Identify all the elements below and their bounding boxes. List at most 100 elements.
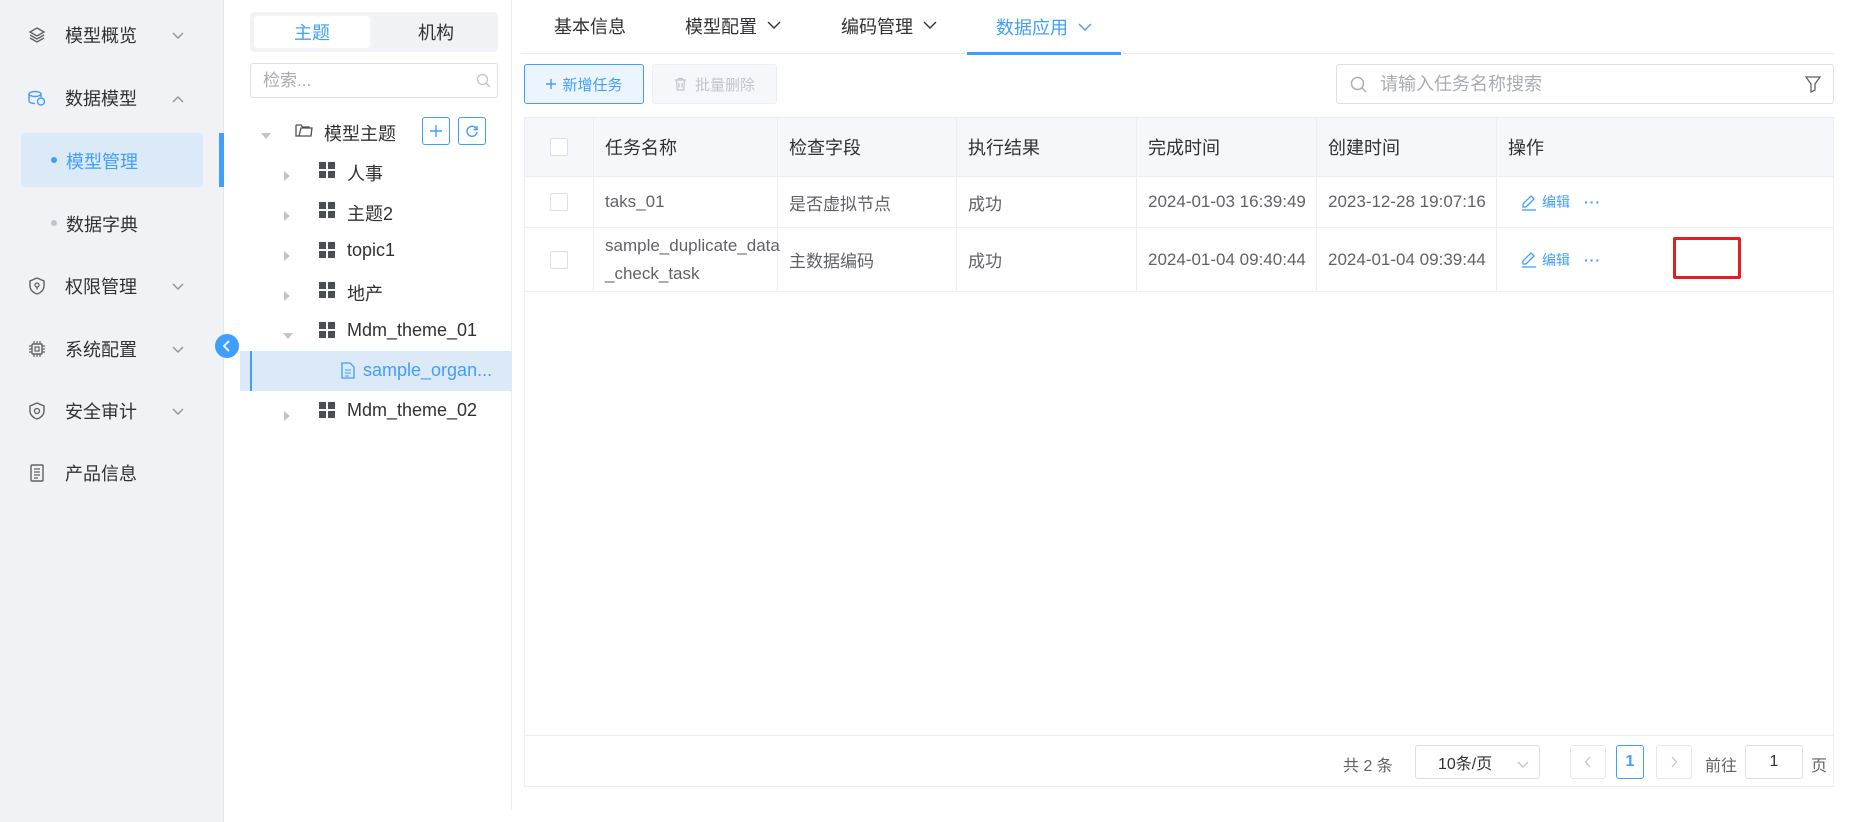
tab-basic-info[interactable]: 基本信息 bbox=[554, 0, 626, 54]
caret-right-icon[interactable] bbox=[284, 286, 292, 306]
batch-delete-button[interactable]: 批量删除 bbox=[652, 64, 777, 104]
page-suffix: 页 bbox=[1811, 758, 1828, 775]
grid-icon bbox=[319, 202, 335, 218]
add-node-button[interactable] bbox=[422, 117, 450, 145]
row-select-cell bbox=[525, 177, 594, 227]
tab-code-management[interactable]: 编码管理 bbox=[841, 0, 937, 54]
page-size-select[interactable]: 10条/页 bbox=[1415, 745, 1540, 779]
table-row[interactable]: taks_01 是否虚拟节点 成功 2024-01-03 16:39:49 20… bbox=[525, 177, 1833, 228]
file-icon bbox=[341, 362, 355, 384]
refresh-icon bbox=[466, 125, 478, 137]
tree-node[interactable]: Mdm_theme_02 bbox=[240, 391, 512, 431]
edit-link[interactable]: 编辑 bbox=[1521, 192, 1570, 212]
plus-icon bbox=[546, 79, 557, 89]
header-exec-result[interactable]: 执行结果 bbox=[957, 118, 1137, 176]
tree-search-box bbox=[250, 63, 498, 98]
nav-item-security-audit[interactable]: 安全审计 bbox=[0, 383, 224, 439]
header-select-cell bbox=[525, 118, 594, 176]
segment-theme[interactable]: 主题 bbox=[254, 16, 370, 48]
chevron-down-icon bbox=[172, 401, 184, 421]
collapse-sidebar-button[interactable] bbox=[215, 334, 239, 358]
bullet-dot bbox=[51, 220, 57, 226]
chevron-down-icon bbox=[1078, 23, 1092, 32]
caret-down-icon[interactable] bbox=[283, 326, 293, 346]
header-finish-time[interactable]: 完成时间 bbox=[1137, 118, 1317, 176]
tree-node[interactable]: Mdm_theme_01 bbox=[240, 311, 512, 351]
tree-node-label: Mdm_theme_01 bbox=[347, 320, 478, 340]
caret-right-icon[interactable] bbox=[284, 246, 292, 266]
tab-data-application[interactable]: 数据应用 bbox=[967, 0, 1121, 55]
more-actions-button[interactable]: ··· bbox=[1584, 252, 1601, 268]
tree-node[interactable]: topic1 bbox=[240, 231, 512, 271]
caret-right-icon[interactable] bbox=[284, 206, 292, 226]
chip-icon bbox=[26, 338, 48, 360]
layers-icon bbox=[26, 24, 48, 46]
tab-label: 基本信息 bbox=[554, 16, 626, 37]
page-number-current[interactable]: 1 bbox=[1616, 745, 1644, 779]
nav-item-data-model[interactable]: 数据模型 bbox=[0, 70, 224, 126]
cell-task-name: sample_duplicate_data _check_task bbox=[594, 228, 780, 291]
sub-item-label: 模型管理 bbox=[66, 152, 138, 172]
tree-node[interactable]: 地产 bbox=[240, 271, 512, 311]
goto-page-input[interactable] bbox=[1745, 745, 1803, 779]
nav-label: 安全审计 bbox=[65, 402, 137, 422]
grid-icon bbox=[319, 162, 335, 178]
caret-down-icon[interactable] bbox=[261, 126, 271, 146]
add-task-label: 新增任务 bbox=[562, 76, 623, 94]
trash-icon bbox=[674, 77, 686, 91]
table-header: 任务名称 检查字段 执行结果 完成时间 创建时间 操作 bbox=[525, 118, 1833, 177]
tree-search-input[interactable] bbox=[263, 70, 463, 91]
search-icon bbox=[1350, 76, 1367, 98]
tab-bar: 基本信息 模型配置 编码管理 数据应用 bbox=[521, 0, 1834, 55]
nav-item-model-overview[interactable]: 模型概览 bbox=[0, 7, 224, 63]
row-checkbox[interactable] bbox=[550, 250, 568, 269]
nav-label: 数据模型 bbox=[65, 89, 137, 109]
chevron-down-icon bbox=[172, 339, 184, 359]
refresh-tree-button[interactable] bbox=[458, 117, 486, 145]
task-search-input[interactable] bbox=[1380, 74, 1780, 95]
goto-label: 前往 bbox=[1705, 758, 1738, 775]
task-name-line: sample_duplicate_data bbox=[605, 235, 780, 255]
nav-item-system-config[interactable]: 系统配置 bbox=[0, 321, 224, 377]
tree-node-selected[interactable]: sample_organ... bbox=[240, 351, 512, 391]
add-task-button[interactable]: 新增任务 bbox=[524, 64, 644, 104]
next-page-button[interactable] bbox=[1656, 745, 1692, 779]
segment-switch: 主题 机构 bbox=[250, 12, 498, 52]
more-actions-button[interactable]: ··· bbox=[1584, 194, 1601, 210]
header-create-time[interactable]: 创建时间 bbox=[1317, 118, 1497, 176]
task-table: 任务名称 检查字段 执行结果 完成时间 创建时间 操作 taks_01 是否虚拟… bbox=[524, 117, 1834, 787]
active-indicator bbox=[219, 133, 224, 187]
nav-label: 模型概览 bbox=[65, 26, 137, 46]
caret-right-icon[interactable] bbox=[284, 166, 292, 186]
sub-item-data-dictionary[interactable]: 数据字典 bbox=[0, 196, 224, 250]
edit-link[interactable]: 编辑 bbox=[1521, 250, 1570, 270]
batch-delete-label: 批量删除 bbox=[694, 76, 755, 94]
header-check-field[interactable]: 检查字段 bbox=[778, 118, 957, 176]
segment-organization[interactable]: 机构 bbox=[378, 16, 494, 48]
sub-item-label: 数据字典 bbox=[66, 215, 138, 235]
tab-label: 数据应用 bbox=[996, 18, 1068, 38]
prev-page-button[interactable] bbox=[1570, 745, 1606, 779]
row-checkbox[interactable] bbox=[550, 193, 568, 211]
task-name-line: _check_task bbox=[605, 263, 700, 283]
tab-label: 编码管理 bbox=[841, 16, 913, 37]
pencil-icon bbox=[1522, 194, 1536, 211]
filter-icon[interactable] bbox=[1804, 76, 1822, 98]
select-all-checkbox[interactable] bbox=[550, 138, 568, 156]
table-row[interactable]: sample_duplicate_data _check_task 主数据编码 … bbox=[525, 228, 1833, 292]
header-actions: 操作 bbox=[1508, 138, 1544, 158]
chevron-down-icon bbox=[172, 276, 184, 296]
header-task-name[interactable]: 任务名称 bbox=[594, 118, 778, 176]
nav-item-product-info[interactable]: 产品信息 bbox=[0, 445, 224, 501]
chevron-left-icon bbox=[222, 340, 230, 352]
chevron-down-icon bbox=[923, 21, 937, 30]
grid-icon bbox=[319, 282, 335, 298]
tab-model-config[interactable]: 模型配置 bbox=[685, 0, 781, 54]
tree-node[interactable]: 人事 bbox=[240, 151, 512, 191]
sub-item-model-management[interactable]: 模型管理 bbox=[0, 133, 224, 187]
search-icon bbox=[476, 73, 491, 93]
caret-right-icon[interactable] bbox=[284, 406, 292, 426]
nav-item-permission-management[interactable]: 权限管理 bbox=[0, 258, 224, 314]
tree-node[interactable]: 主题2 bbox=[240, 191, 512, 231]
sidebar: 模型概览 数据模型 模型管理 数据字典 权限管理 系统配置 安全审计 产品信息 bbox=[0, 0, 224, 822]
